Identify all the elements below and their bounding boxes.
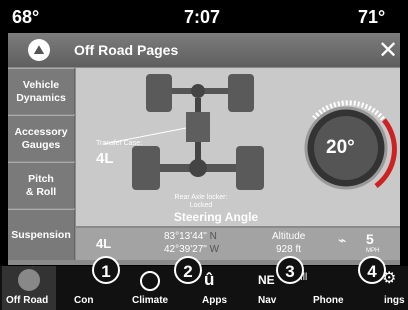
nav-label-phone[interactable]: Phone [313,295,344,306]
nav-label-controls[interactable]: Con [74,295,93,306]
latitude: 83°13'44" N [164,231,217,242]
nav-off-road[interactable]: Off Road [2,266,56,310]
callout-4: 4 [358,256,386,284]
status-bar: 68° 7:07 71° [0,0,408,33]
nav-label-climate[interactable]: Climate [132,295,168,306]
sidebar-item-label: Gauges [21,138,61,151]
climate-icon[interactable] [140,271,160,291]
clock: 7:07 [184,7,221,27]
callout-2: 2 [174,256,202,284]
sidebar-item-accessory-gauges[interactable]: Accessory Gauges [8,115,75,161]
speed-unit: MPH [366,248,380,254]
sidebar-item-label: Pitch [28,172,54,185]
sidebar-item-label: & Roll [25,185,57,198]
off-road-nav-icon [18,269,40,291]
rear-left-wheel [132,146,160,190]
rear-axle-value: Locked [189,202,213,209]
sidebar-item-suspension[interactable]: Suspension [8,209,75,260]
page-title: Off Road Pages [74,42,179,58]
right-temperature: 71° [358,7,386,27]
sidebar-item-vehicle-dynamics[interactable]: Vehicle Dynamics [8,68,75,114]
sidebar-item-pitch-roll[interactable]: Pitch & Roll [8,162,75,208]
longitude: 42°39'27" W [164,244,220,255]
rear-differential [189,159,207,177]
sidebar-item-label: Suspension [11,228,71,241]
altitude-value: 928 ft [276,244,302,255]
sidebar-item-label: Accessory [14,125,68,138]
front-differential [191,84,205,98]
nav-label-nav[interactable]: Nav [258,295,276,306]
nav-label-settings[interactable]: ings [384,295,405,306]
apps-icon[interactable]: û [204,270,214,290]
transfer-case-label: Transfer Case: [96,140,143,147]
title-bar: ⛰ Off Road Pages ✕ [8,33,400,67]
gear-value: 4L [96,236,112,251]
front-right-wheel [228,74,254,112]
speed-value: 5 [366,231,374,247]
close-icon[interactable]: ✕ [378,36,398,65]
transfer-case-value: 4L [96,150,114,167]
steering-angle-value: 20° [326,137,355,158]
callout-3: 3 [276,256,304,284]
steering-angle-label: Steering Angle [173,210,259,224]
nav-label-apps[interactable]: Apps [202,295,227,306]
vehicle-dynamics-view: Transfer Case: 4L Rear Axle locker: Lock… [76,68,400,226]
nav-label-off-road: Off Road [6,295,49,306]
sidebar-item-label: Dynamics [16,91,66,104]
speed-icon: ⌁ [338,232,347,248]
transfer-case [186,112,210,142]
left-temperature: 68° [12,7,40,27]
front-left-wheel [146,74,172,112]
compass-heading: NE [258,273,275,287]
callout-1: 1 [92,256,120,284]
sidebar-item-label: Vehicle [22,78,60,91]
rear-right-wheel [236,146,264,190]
rear-axle-label: Rear Axle locker: [174,194,228,201]
vehicle-info-bar: 4L 83°13'44" N 42°39'27" W Altitude 928 … [76,228,400,260]
altitude-label: Altitude [272,231,306,242]
off-road-icon: ⛰ [28,39,50,61]
bottom-nav-bar: Off Road Con Climate û Apps NE Nav ıll P… [0,266,408,310]
